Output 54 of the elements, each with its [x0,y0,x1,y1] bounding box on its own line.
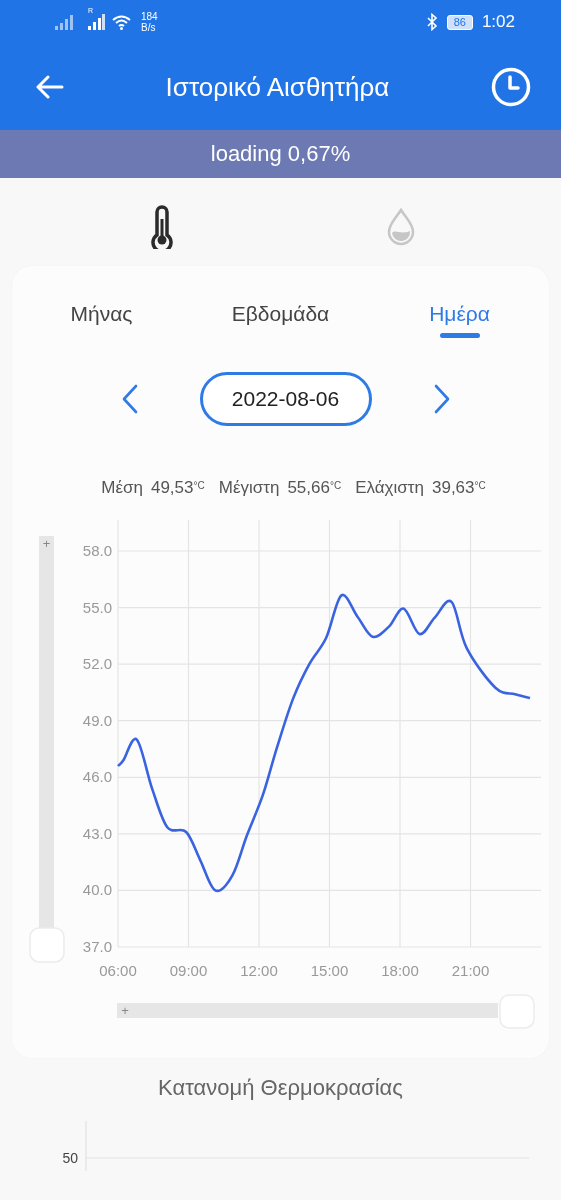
next-button[interactable] [433,384,450,414]
unit-label: °C [193,480,205,491]
axis-label: 37.0 [82,938,112,955]
back-button[interactable] [36,75,64,99]
axis-label: 21:00 [451,962,490,979]
zoom-symbol: + [42,536,51,551]
clock-time: 1:02 [481,12,515,32]
axis-label: 15:00 [310,962,349,979]
clock-icon [491,67,531,107]
axis-label: 55.0 [82,598,112,616]
period-tab[interactable]: Μήνας [70,298,133,338]
slider-handle[interactable] [499,994,535,1029]
chevron-left-icon [121,384,138,414]
signal-icon [55,14,73,30]
axis-label: 46.0 [82,768,112,786]
stat-value: 55,66 [287,478,330,498]
stat-value: 49,53 [150,478,194,498]
network-speed: 184 [141,11,158,22]
wifi-icon [112,14,131,30]
zoom-slider-track[interactable] [39,536,54,928]
axis-label: 50 [62,1150,78,1166]
axis-label: 18:00 [381,962,419,979]
thermometer-icon [148,205,175,249]
axis-label: 52.0 [82,655,112,673]
chevron-right-icon [433,384,450,414]
axis-label: 09:00 [169,962,208,979]
network-speed-unit: B/s [141,22,157,33]
period-tab[interactable]: Εβδομάδα [231,298,330,338]
section-title: Κατανομή Θερμοκρασίας [157,1075,404,1101]
history-button[interactable] [491,67,531,107]
stat-label: Ελάχιστη [355,478,424,498]
period-tab[interactable]: Ημέρα [429,298,490,338]
previous-button[interactable] [121,384,138,414]
bluetooth-icon [425,13,438,31]
unit-label: °C [474,480,486,491]
axis-label: 06:00 [99,962,137,979]
stat-label: Μέση [101,478,143,498]
date-picker[interactable]: 2022-08-06 [199,372,372,426]
zoom-symbol: + [121,1003,129,1018]
unit-label: °C [329,480,342,491]
axis-label: 58.0 [82,542,112,559]
axis-label: 43.0 [82,824,112,842]
axis-label: 49.0 [82,711,112,729]
axis-label: 40.0 [82,881,112,899]
loading-banner: loading 0,67% [0,130,561,178]
axis-label: 12:00 [240,962,278,979]
stat-label: Μέγιστη [218,478,280,498]
screen-title: Ιστορικό Αισθητήρα [165,71,390,103]
back-arrow-icon [36,75,64,99]
stat-value: 39,63 [431,478,475,498]
battery-icon: 86 [446,14,473,30]
drop-icon [386,208,417,246]
signal-icon [88,14,105,30]
slider-handle[interactable] [29,927,65,963]
